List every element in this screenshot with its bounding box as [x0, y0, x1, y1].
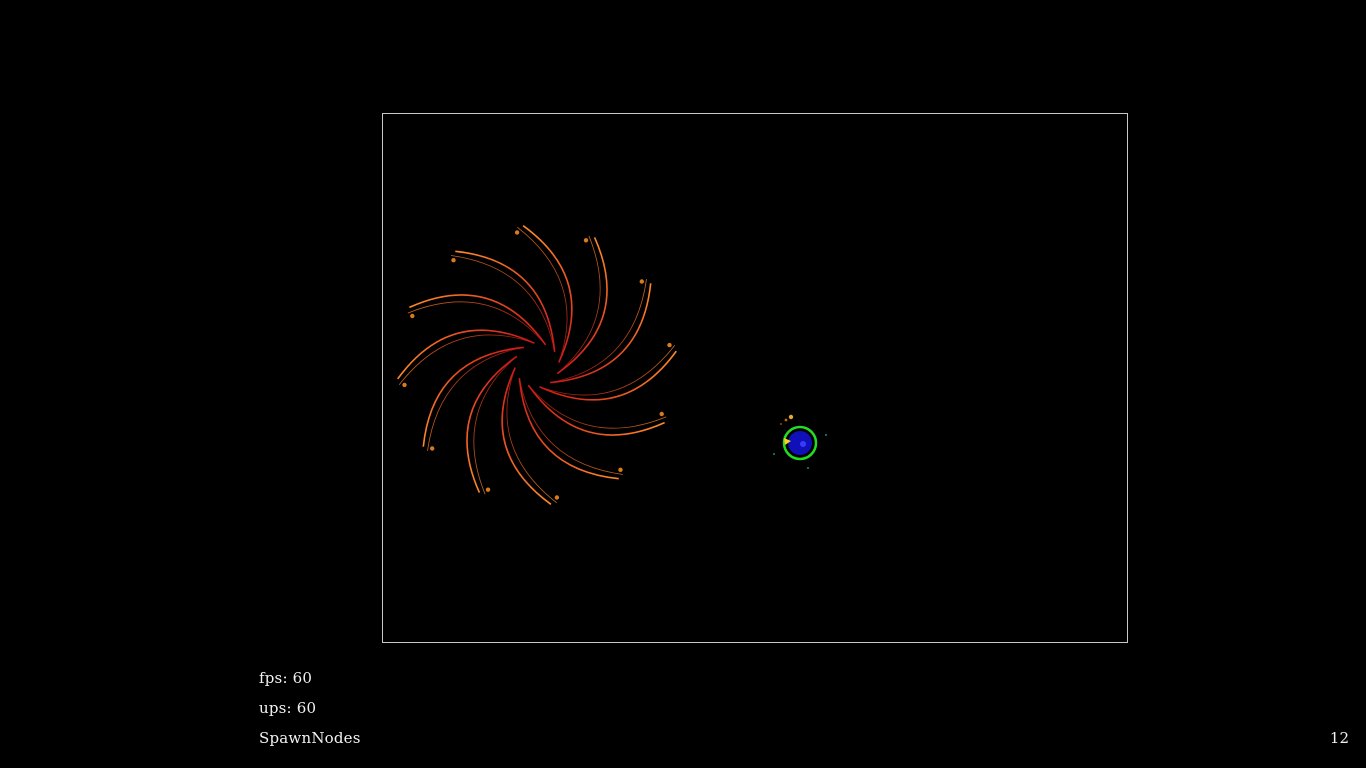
- player-orbit-dot: [807, 467, 809, 469]
- boss-tendril: [556, 237, 608, 375]
- boss-spore: [618, 467, 623, 472]
- boss-tendril-strand: [517, 226, 568, 363]
- boss-tendril-strand: [398, 334, 535, 385]
- player-trail-dot: [780, 423, 782, 425]
- game-state-label: SpawnNodes: [259, 729, 361, 747]
- boss-spore: [430, 446, 435, 451]
- spiral-boss: [397, 225, 677, 505]
- boss-spore: [451, 258, 456, 263]
- player-orbit-dot: [825, 434, 827, 436]
- boss-spore: [554, 495, 560, 500]
- player-core: [788, 431, 812, 455]
- player-ship: [773, 414, 827, 469]
- player-core-highlight: [800, 441, 806, 447]
- player-orbit-dot: [773, 453, 775, 455]
- player-trail-dot: [784, 418, 788, 422]
- counter-readout: 12: [1329, 729, 1349, 747]
- boss-spore: [667, 342, 672, 348]
- boss-spore: [583, 238, 589, 243]
- boss-tendril-strand: [539, 345, 676, 396]
- boss-spore: [514, 230, 520, 235]
- boss-tendril: [409, 294, 547, 346]
- player-trail-dot: [788, 414, 794, 420]
- boss-spore: [485, 487, 491, 492]
- game-scene: [397, 225, 827, 505]
- boss-spore: [639, 279, 644, 284]
- ups-readout: ups: 60: [259, 699, 317, 717]
- boss-spore: [659, 411, 664, 417]
- boss-tendril: [527, 384, 665, 436]
- boss-spore: [410, 313, 415, 319]
- fps-readout: fps: 60: [259, 669, 313, 687]
- boss-tendril-strand: [506, 367, 557, 504]
- boss-spore: [402, 382, 407, 388]
- boss-tendril: [466, 355, 518, 493]
